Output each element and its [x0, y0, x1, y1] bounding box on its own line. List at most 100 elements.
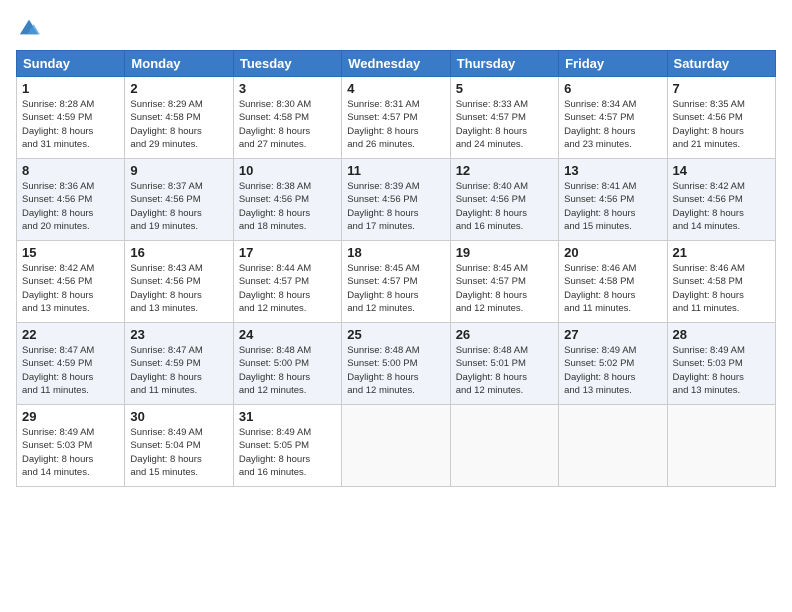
day-info: Sunrise: 8:28 AM Sunset: 4:59 PM Dayligh… [22, 98, 119, 151]
day-number: 8 [22, 163, 119, 178]
day-info: Sunrise: 8:31 AM Sunset: 4:57 PM Dayligh… [347, 98, 444, 151]
day-info: Sunrise: 8:42 AM Sunset: 4:56 PM Dayligh… [673, 180, 770, 233]
day-number: 6 [564, 81, 661, 96]
day-info: Sunrise: 8:43 AM Sunset: 4:56 PM Dayligh… [130, 262, 227, 315]
day-number: 19 [456, 245, 553, 260]
calendar-day-7: 7Sunrise: 8:35 AM Sunset: 4:56 PM Daylig… [667, 77, 775, 159]
page-container: SundayMondayTuesdayWednesdayThursdayFrid… [0, 0, 792, 497]
day-info: Sunrise: 8:45 AM Sunset: 4:57 PM Dayligh… [456, 262, 553, 315]
calendar-day-26: 26 Sunrise: 8:48 AM Sunset: 5:01 PM Dayli… [450, 323, 558, 405]
day-number: 12 [456, 163, 553, 178]
calendar-day-10: 10 Sunrise: 8:38 AM Sunset: 4:56 PM Dayli… [233, 159, 341, 241]
day-info: Sunrise: 8:33 AM Sunset: 4:57 PM Dayligh… [456, 98, 553, 151]
col-header-thursday: Thursday [450, 51, 558, 77]
day-number: 23 [130, 327, 227, 342]
day-number: 3 [239, 81, 336, 96]
day-info: Sunrise: 8:48 AM Sunset: 5:00 PM Dayligh… [347, 344, 444, 397]
calendar-day-15: 15 Sunrise: 8:42 AM Sunset: 4:56 PM Dayli… [17, 241, 125, 323]
calendar-day-12: 12Sunrise: 8:40 AM Sunset: 4:56 PM Dayli… [450, 159, 558, 241]
day-number: 28 [673, 327, 770, 342]
calendar-week-2: 8 Sunrise: 8:36 AM Sunset: 4:56 PM Daylig… [17, 159, 776, 241]
day-number: 17 [239, 245, 336, 260]
col-header-wednesday: Wednesday [342, 51, 450, 77]
day-info: Sunrise: 8:39 AM Sunset: 4:56 PM Dayligh… [347, 180, 444, 233]
calendar-day-28: 28 Sunrise: 8:49 AM Sunset: 5:03 PM Dayli… [667, 323, 775, 405]
calendar-day-17: 17 Sunrise: 8:44 AM Sunset: 4:57 PM Dayli… [233, 241, 341, 323]
day-number: 24 [239, 327, 336, 342]
day-number: 30 [130, 409, 227, 424]
empty-cell [450, 405, 558, 487]
day-info: Sunrise: 8:49 AM Sunset: 5:03 PM Dayligh… [673, 344, 770, 397]
calendar-day-22: 22 Sunrise: 8:47 AM Sunset: 4:59 PM Dayli… [17, 323, 125, 405]
col-header-friday: Friday [559, 51, 667, 77]
day-info: Sunrise: 8:48 AM Sunset: 5:01 PM Dayligh… [456, 344, 553, 397]
day-number: 4 [347, 81, 444, 96]
col-header-saturday: Saturday [667, 51, 775, 77]
calendar-day-14: 14 Sunrise: 8:42 AM Sunset: 4:56 PM Dayli… [667, 159, 775, 241]
calendar-day-24: 24 Sunrise: 8:48 AM Sunset: 5:00 PM Dayli… [233, 323, 341, 405]
calendar-day-27: 27Sunrise: 8:49 AM Sunset: 5:02 PM Dayli… [559, 323, 667, 405]
calendar-table: SundayMondayTuesdayWednesdayThursdayFrid… [16, 50, 776, 487]
logo-icon [18, 16, 40, 38]
day-info: Sunrise: 8:46 AM Sunset: 4:58 PM Dayligh… [564, 262, 661, 315]
empty-cell [342, 405, 450, 487]
day-number: 21 [673, 245, 770, 260]
calendar-day-23: 23 Sunrise: 8:47 AM Sunset: 4:59 PM Dayli… [125, 323, 233, 405]
day-info: Sunrise: 8:46 AM Sunset: 4:58 PM Dayligh… [673, 262, 770, 315]
day-number: 14 [673, 163, 770, 178]
day-number: 22 [22, 327, 119, 342]
day-info: Sunrise: 8:29 AM Sunset: 4:58 PM Dayligh… [130, 98, 227, 151]
calendar-day-25: 25Sunrise: 8:48 AM Sunset: 5:00 PM Dayli… [342, 323, 450, 405]
calendar-day-9: 9 Sunrise: 8:37 AM Sunset: 4:56 PM Daylig… [125, 159, 233, 241]
day-info: Sunrise: 8:36 AM Sunset: 4:56 PM Dayligh… [22, 180, 119, 233]
empty-cell [559, 405, 667, 487]
calendar-day-8: 8 Sunrise: 8:36 AM Sunset: 4:56 PM Daylig… [17, 159, 125, 241]
day-info: Sunrise: 8:42 AM Sunset: 4:56 PM Dayligh… [22, 262, 119, 315]
day-info: Sunrise: 8:44 AM Sunset: 4:57 PM Dayligh… [239, 262, 336, 315]
day-info: Sunrise: 8:49 AM Sunset: 5:04 PM Dayligh… [130, 426, 227, 479]
calendar-week-1: 1 Sunrise: 8:28 AM Sunset: 4:59 PM Daylig… [17, 77, 776, 159]
calendar-day-5: 5 Sunrise: 8:33 AM Sunset: 4:57 PM Daylig… [450, 77, 558, 159]
day-info: Sunrise: 8:47 AM Sunset: 4:59 PM Dayligh… [22, 344, 119, 397]
day-info: Sunrise: 8:37 AM Sunset: 4:56 PM Dayligh… [130, 180, 227, 233]
day-info: Sunrise: 8:30 AM Sunset: 4:58 PM Dayligh… [239, 98, 336, 151]
calendar-day-21: 21 Sunrise: 8:46 AM Sunset: 4:58 PM Dayli… [667, 241, 775, 323]
calendar-day-29: 29Sunrise: 8:49 AM Sunset: 5:03 PM Dayli… [17, 405, 125, 487]
calendar-day-2: 2 Sunrise: 8:29 AM Sunset: 4:58 PM Daylig… [125, 77, 233, 159]
day-info: Sunrise: 8:47 AM Sunset: 4:59 PM Dayligh… [130, 344, 227, 397]
day-info: Sunrise: 8:41 AM Sunset: 4:56 PM Dayligh… [564, 180, 661, 233]
calendar-day-16: 16 Sunrise: 8:43 AM Sunset: 4:56 PM Dayli… [125, 241, 233, 323]
calendar-day-3: 3 Sunrise: 8:30 AM Sunset: 4:58 PM Daylig… [233, 77, 341, 159]
calendar-day-20: 20Sunrise: 8:46 AM Sunset: 4:58 PM Dayli… [559, 241, 667, 323]
calendar-day-13: 13Sunrise: 8:41 AM Sunset: 4:56 PM Dayli… [559, 159, 667, 241]
header [16, 16, 776, 38]
day-number: 10 [239, 163, 336, 178]
day-number: 15 [22, 245, 119, 260]
day-info: Sunrise: 8:45 AM Sunset: 4:57 PM Dayligh… [347, 262, 444, 315]
day-number: 26 [456, 327, 553, 342]
calendar-week-3: 15 Sunrise: 8:42 AM Sunset: 4:56 PM Dayli… [17, 241, 776, 323]
day-info: Sunrise: 8:48 AM Sunset: 5:00 PM Dayligh… [239, 344, 336, 397]
calendar-day-19: 19 Sunrise: 8:45 AM Sunset: 4:57 PM Dayli… [450, 241, 558, 323]
day-info: Sunrise: 8:38 AM Sunset: 4:56 PM Dayligh… [239, 180, 336, 233]
day-number: 1 [22, 81, 119, 96]
calendar-day-1: 1 Sunrise: 8:28 AM Sunset: 4:59 PM Daylig… [17, 77, 125, 159]
day-number: 27 [564, 327, 661, 342]
calendar-week-4: 22 Sunrise: 8:47 AM Sunset: 4:59 PM Dayli… [17, 323, 776, 405]
day-number: 29 [22, 409, 119, 424]
day-number: 7 [673, 81, 770, 96]
col-header-tuesday: Tuesday [233, 51, 341, 77]
calendar-week-5: 29Sunrise: 8:49 AM Sunset: 5:03 PM Dayli… [17, 405, 776, 487]
day-number: 18 [347, 245, 444, 260]
calendar-day-4: 4 Sunrise: 8:31 AM Sunset: 4:57 PM Daylig… [342, 77, 450, 159]
day-number: 9 [130, 163, 227, 178]
calendar-day-18: 18 Sunrise: 8:45 AM Sunset: 4:57 PM Dayli… [342, 241, 450, 323]
day-number: 16 [130, 245, 227, 260]
day-number: 5 [456, 81, 553, 96]
calendar-day-11: 11Sunrise: 8:39 AM Sunset: 4:56 PM Dayli… [342, 159, 450, 241]
day-number: 31 [239, 409, 336, 424]
day-info: Sunrise: 8:49 AM Sunset: 5:05 PM Dayligh… [239, 426, 336, 479]
calendar-day-30: 30 Sunrise: 8:49 AM Sunset: 5:04 PM Dayli… [125, 405, 233, 487]
day-number: 2 [130, 81, 227, 96]
col-header-sunday: Sunday [17, 51, 125, 77]
